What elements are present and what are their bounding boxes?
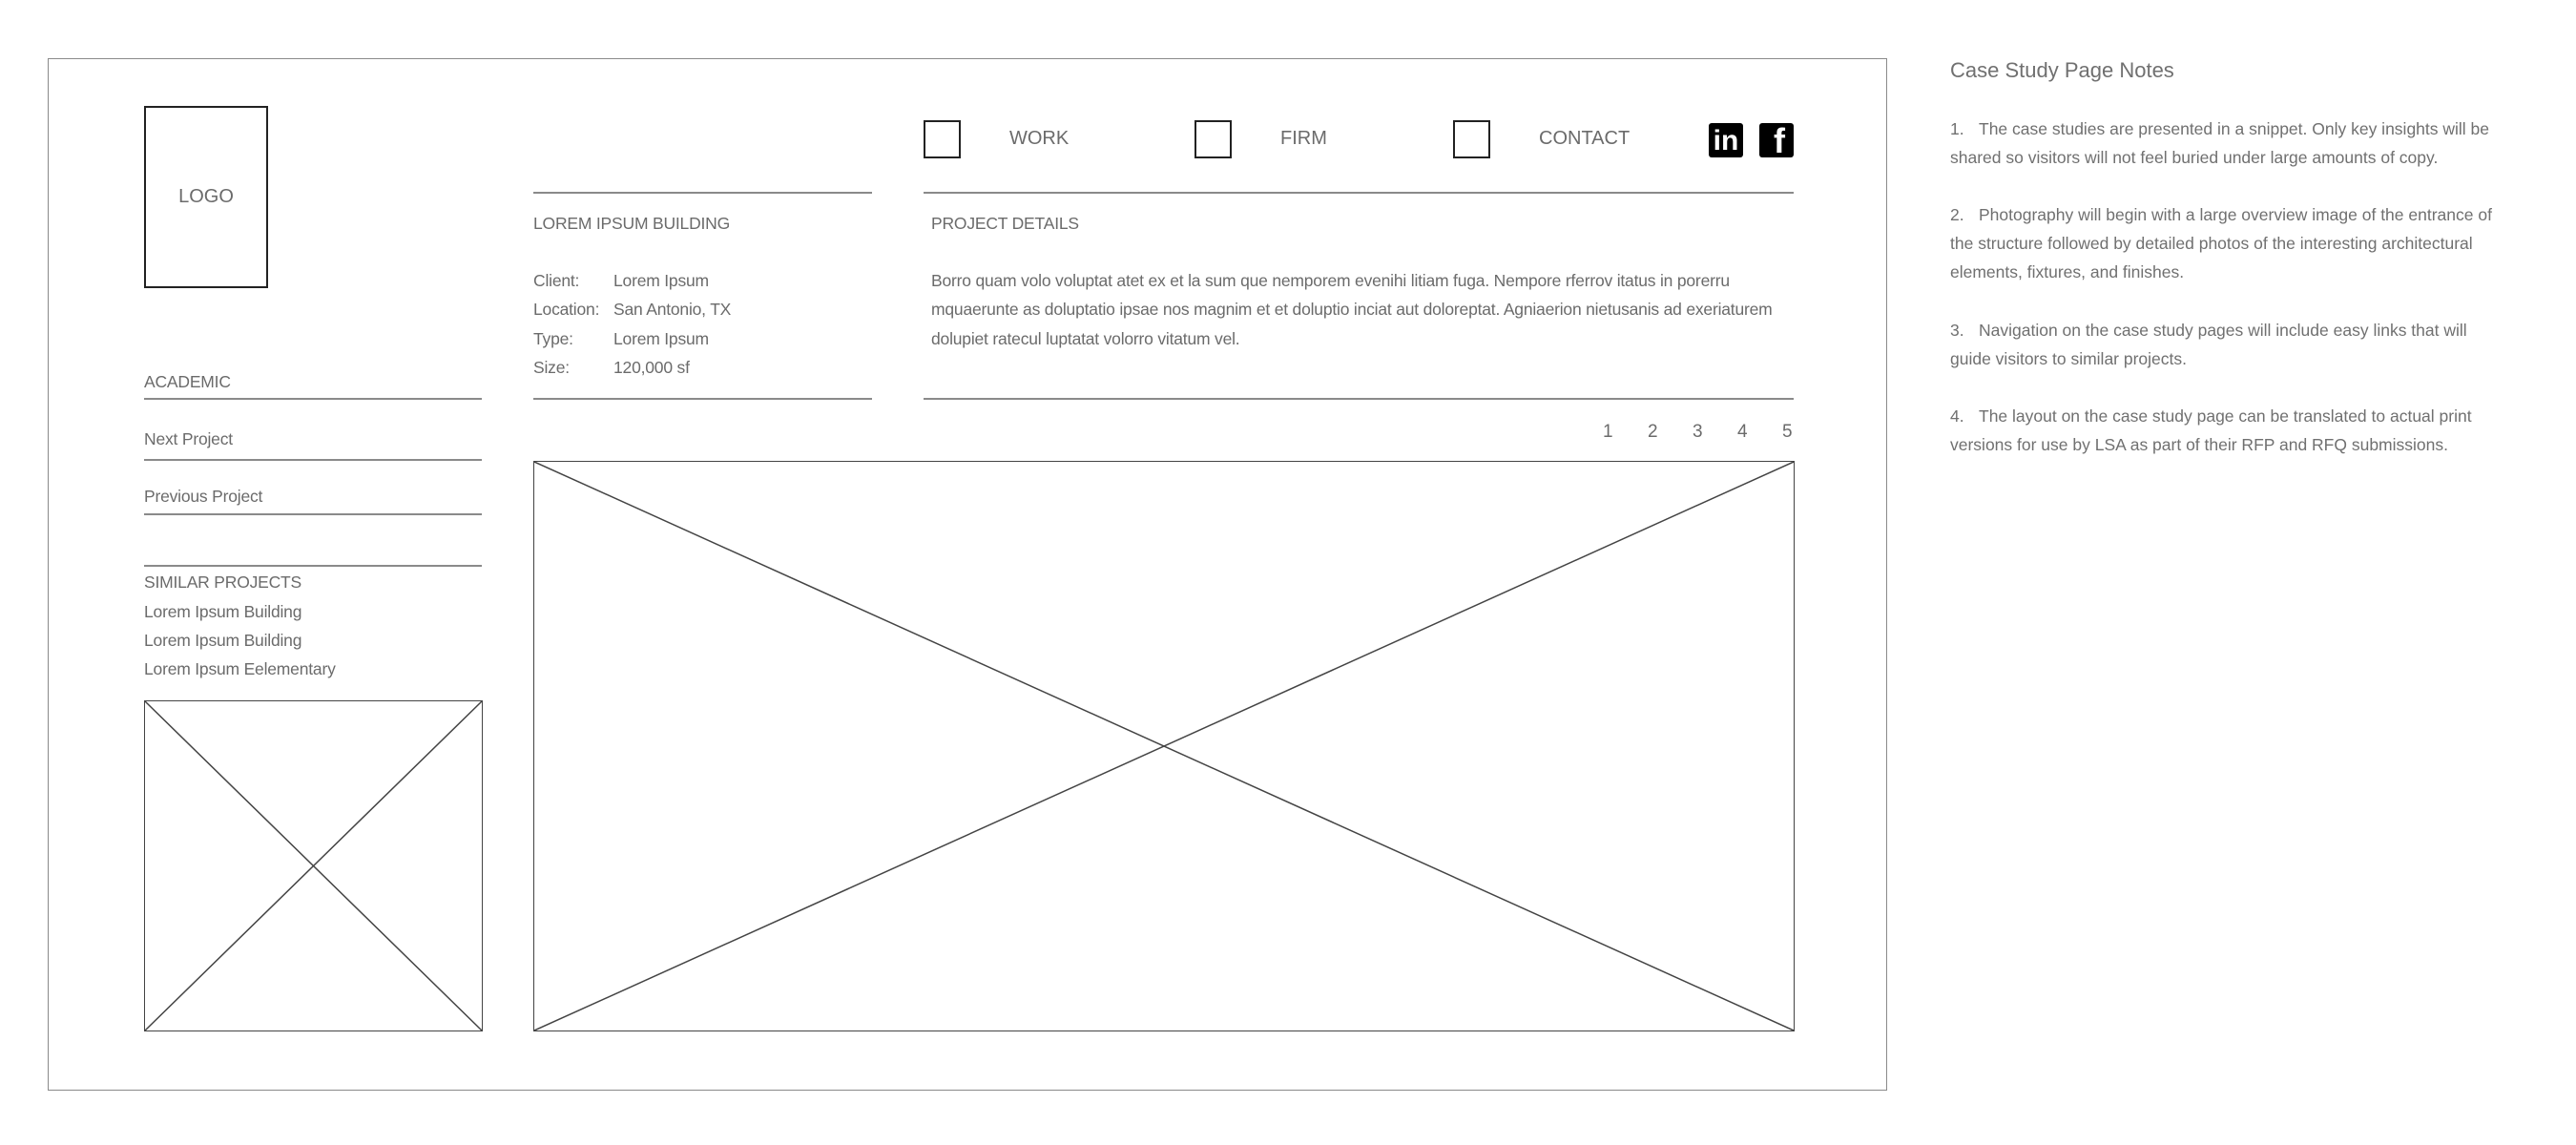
note-number: 2. xyxy=(1950,205,1964,224)
previous-project-link[interactable]: Previous Project xyxy=(144,487,262,506)
details-line: dolupiet ratecul luptatat volorro vitatu… xyxy=(931,329,1240,348)
note-item: 3. Navigation on the case study pages wil… xyxy=(1950,316,2494,373)
category-label: ACADEMIC xyxy=(144,372,231,391)
note-number: 1. xyxy=(1950,119,1964,138)
note-item: 4. The layout on the case study page can … xyxy=(1950,402,2494,459)
divider xyxy=(924,398,1794,400)
note-number: 4. xyxy=(1950,406,1964,426)
similar-project-link[interactable]: Lorem Ipsum Eelementary xyxy=(144,659,336,678)
nav-work[interactable]: WORK xyxy=(1009,128,1069,150)
note-text: The layout on the case study page can be… xyxy=(1950,406,2472,454)
details-line: Borro quam volo voluptat atet ex et la s… xyxy=(931,271,1730,290)
field-value: 120,000 sf xyxy=(613,358,690,377)
note-text: The case studies are presented in a snip… xyxy=(1950,119,2490,167)
linkedin-glyph: in xyxy=(1713,125,1739,156)
divider xyxy=(533,192,872,194)
similar-project-link[interactable]: Lorem Ipsum Building xyxy=(144,602,301,621)
linkedin-icon[interactable]: in xyxy=(1709,123,1743,157)
nav-firm-icon[interactable] xyxy=(1195,120,1232,158)
divider xyxy=(144,565,482,567)
notes-title: Case Study Page Notes xyxy=(1950,58,2174,82)
note-number: 3. xyxy=(1950,321,1964,340)
divider xyxy=(144,398,482,400)
divider xyxy=(533,398,872,400)
image-placeholder-small xyxy=(144,700,483,1031)
facebook-icon[interactable]: f xyxy=(1759,121,1794,160)
field-label: Client: xyxy=(533,271,580,290)
page-link-5[interactable]: 5 xyxy=(1782,422,1793,443)
facebook-glyph: f xyxy=(1774,121,1785,160)
note-text: Navigation on the case study pages will … xyxy=(1950,321,2467,368)
logo[interactable]: LOGO xyxy=(144,106,268,288)
page-link-3[interactable]: 3 xyxy=(1693,422,1703,443)
note-text: Photography will begin with a large over… xyxy=(1950,205,2492,281)
similar-projects-heading: SIMILAR PROJECTS xyxy=(144,572,302,592)
image-placeholder-main xyxy=(533,461,1795,1031)
divider xyxy=(924,192,1794,194)
field-value: San Antonio, TX xyxy=(613,300,732,319)
logo-label: LOGO xyxy=(178,186,234,207)
note-item: 2. Photography will begin with a large ov… xyxy=(1950,200,2494,286)
note-item: 1. The case studies are presented in a sn… xyxy=(1950,114,2494,172)
page-link-2[interactable]: 2 xyxy=(1648,422,1658,443)
next-project-link[interactable]: Next Project xyxy=(144,429,233,448)
placeholder-cross-icon xyxy=(534,462,1794,1030)
field-value: Lorem Ipsum xyxy=(613,329,709,348)
project-title: LOREM IPSUM BUILDING xyxy=(533,214,731,233)
page-link-4[interactable]: 4 xyxy=(1737,422,1748,443)
nav-contact[interactable]: CONTACT xyxy=(1539,128,1630,150)
details-heading: PROJECT DETAILS xyxy=(931,214,1079,233)
nav-firm[interactable]: FIRM xyxy=(1280,128,1327,150)
placeholder-cross-icon xyxy=(145,701,482,1030)
page-link-1[interactable]: 1 xyxy=(1603,422,1613,443)
field-label: Type: xyxy=(533,329,573,348)
similar-project-link[interactable]: Lorem Ipsum Building xyxy=(144,631,301,650)
nav-work-icon[interactable] xyxy=(924,120,961,158)
field-value: Lorem Ipsum xyxy=(613,271,709,290)
field-label: Location: xyxy=(533,300,600,319)
field-label: Size: xyxy=(533,358,570,377)
divider xyxy=(144,513,482,515)
details-line: mquaerunte as doluptatio ipsae nos magni… xyxy=(931,300,1773,319)
divider xyxy=(144,459,482,461)
nav-contact-icon[interactable] xyxy=(1453,120,1490,158)
